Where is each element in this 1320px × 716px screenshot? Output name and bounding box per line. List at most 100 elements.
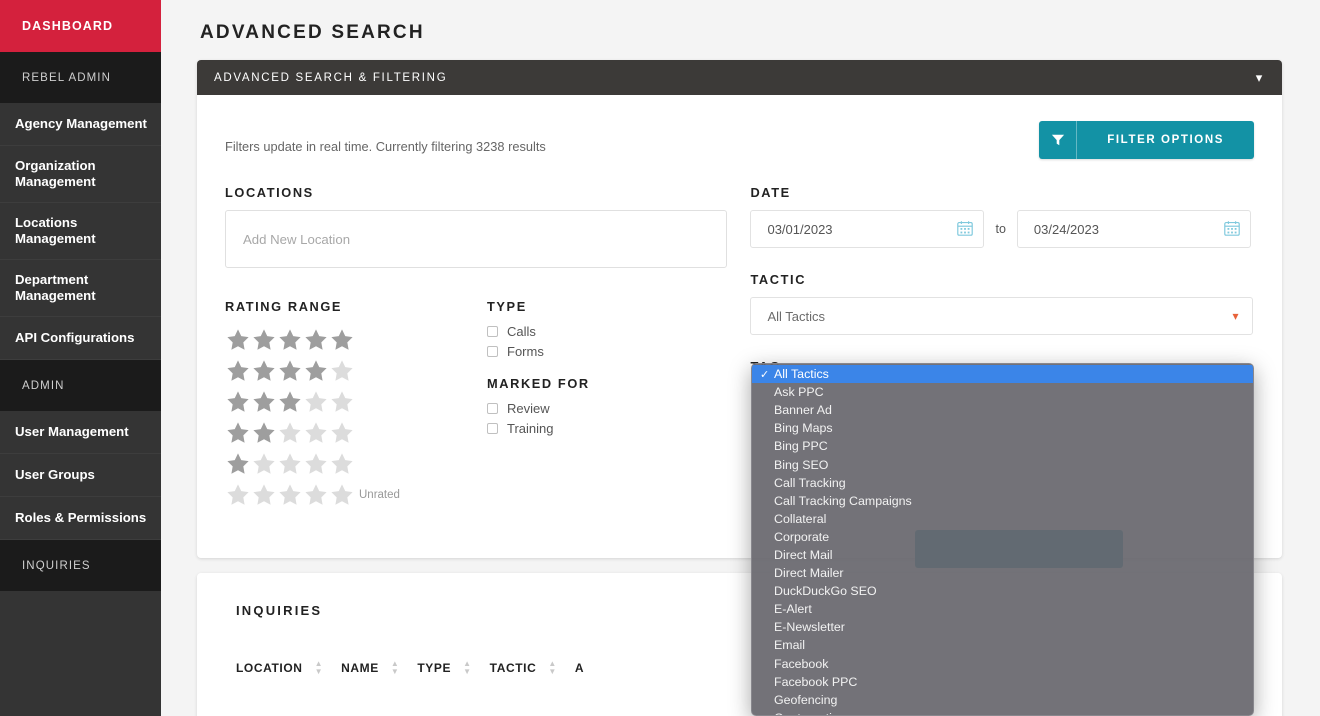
dropdown-option[interactable]: Geofencing: [752, 691, 1253, 709]
dropdown-option-label: Call Tracking: [774, 475, 846, 490]
sort-arrows-icon[interactable]: ▲ ▼: [391, 660, 400, 676]
chevron-down-icon[interactable]: ▾: [1256, 70, 1264, 86]
dropdown-option[interactable]: Direct Mail: [752, 546, 1253, 564]
date-from-input[interactable]: 03/01/2023: [750, 210, 985, 248]
star-icon[interactable]: [277, 420, 303, 446]
date-to-input[interactable]: 03/24/2023: [1016, 210, 1251, 248]
dropdown-option[interactable]: Bing PPC: [752, 437, 1253, 455]
rating-range-label: RATING RANGE: [225, 299, 343, 314]
star-icon[interactable]: [251, 327, 277, 353]
sidebar-item-agency-management[interactable]: Agency Management: [0, 103, 161, 146]
sidebar-item-label: User Management: [15, 423, 129, 439]
star-icon[interactable]: [225, 389, 251, 415]
dropdown-option[interactable]: DuckDuckGo SEO: [752, 582, 1253, 600]
rating-row-2[interactable]: [225, 417, 487, 448]
rating-row-3[interactable]: [225, 386, 487, 417]
star-icon[interactable]: [225, 482, 251, 508]
star-icon[interactable]: [277, 482, 303, 508]
star-icon[interactable]: [251, 482, 277, 508]
star-icon[interactable]: [251, 420, 277, 446]
sidebar-item-roles-permissions[interactable]: Roles & Permissions: [0, 497, 161, 540]
column-header-location[interactable]: LOCATION ▲ ▼: [236, 660, 341, 676]
star-icon[interactable]: [251, 358, 277, 384]
star-icon[interactable]: [329, 358, 355, 384]
dropdown-option[interactable]: Collateral: [752, 510, 1253, 528]
dropdown-option[interactable]: Call Tracking Campaigns: [752, 492, 1253, 510]
sidebar-dashboard-link[interactable]: DASHBOARD: [0, 0, 161, 52]
dropdown-option[interactable]: Geotargeting: [752, 709, 1253, 715]
calendar-icon[interactable]: [1223, 219, 1241, 240]
star-icon[interactable]: [303, 327, 329, 353]
dropdown-option-label: Geotargeting: [774, 711, 846, 715]
rating-row-1[interactable]: [225, 448, 487, 479]
star-icon[interactable]: [251, 389, 277, 415]
column-header-name[interactable]: NAME ▲ ▼: [341, 660, 417, 676]
checkbox-forms[interactable]: Forms: [487, 344, 727, 359]
star-icon[interactable]: [329, 389, 355, 415]
sort-arrows-icon[interactable]: ▲ ▼: [463, 660, 472, 676]
date-range-row: 03/01/2023 to 03/24/2023: [750, 210, 1254, 248]
dropdown-option[interactable]: Bing SEO: [752, 455, 1253, 473]
star-icon[interactable]: [329, 482, 355, 508]
dropdown-option[interactable]: Facebook: [752, 655, 1253, 673]
dropdown-option[interactable]: Bing Maps: [752, 419, 1253, 437]
dropdown-option[interactable]: Ask PPC: [752, 383, 1253, 401]
sidebar-item-department-management[interactable]: Department Management: [0, 260, 161, 317]
star-icon[interactable]: [329, 327, 355, 353]
star-icon[interactable]: [303, 420, 329, 446]
star-icon[interactable]: [303, 451, 329, 477]
calendar-icon[interactable]: [956, 219, 974, 240]
sidebar-item-label: API Configurations: [15, 329, 135, 345]
tactic-select[interactable]: All Tactics ▾: [750, 297, 1254, 335]
rating-row-0[interactable]: Unrated: [225, 479, 487, 510]
column-header-type[interactable]: TYPE ▲ ▼: [417, 660, 489, 676]
dropdown-option[interactable]: E-Alert: [752, 600, 1253, 618]
panel-header[interactable]: ADVANCED SEARCH & FILTERING ▾: [197, 60, 1282, 95]
star-icon[interactable]: [225, 358, 251, 384]
checkbox-calls[interactable]: Calls: [487, 324, 727, 339]
sidebar-item-organization-management[interactable]: Organization Management: [0, 146, 161, 203]
checkbox-training[interactable]: Training: [487, 421, 727, 436]
rating-row-4[interactable]: [225, 355, 487, 386]
dropdown-option[interactable]: Corporate: [752, 528, 1253, 546]
sidebar-item-locations-management[interactable]: Locations Management: [0, 203, 161, 260]
star-icon[interactable]: [225, 420, 251, 446]
star-icon[interactable]: [277, 389, 303, 415]
dropdown-option[interactable]: ✓ All Tactics: [752, 365, 1253, 384]
dropdown-option[interactable]: Direct Mailer: [752, 564, 1253, 582]
checkbox-box: [487, 346, 498, 357]
star-icon[interactable]: [225, 451, 251, 477]
dropdown-option[interactable]: Facebook PPC: [752, 673, 1253, 691]
star-icon[interactable]: [303, 482, 329, 508]
sort-arrows-icon[interactable]: ▲ ▼: [315, 660, 324, 676]
column-header-a[interactable]: A: [575, 661, 584, 675]
star-icon[interactable]: [277, 358, 303, 384]
star-icon[interactable]: [225, 327, 251, 353]
dropdown-option[interactable]: Call Tracking: [752, 474, 1253, 492]
dropdown-option[interactable]: E-Newsletter: [752, 618, 1253, 636]
filter-options-button[interactable]: FILTER OPTIONS: [1039, 121, 1254, 159]
realtime-row: Filters update in real time. Currently f…: [225, 121, 1254, 159]
star-icon[interactable]: [303, 389, 329, 415]
sidebar-item-user-management[interactable]: User Management: [0, 411, 161, 454]
star-icon[interactable]: [329, 420, 355, 446]
dropdown-option[interactable]: Banner Ad: [752, 401, 1253, 419]
sidebar-item-label: Locations Management: [15, 214, 96, 247]
sidebar-item-api-configurations[interactable]: API Configurations: [0, 317, 161, 360]
rating-row-5[interactable]: [225, 324, 487, 355]
sidebar-section-label: INQUIRIES: [22, 559, 91, 572]
star-icon[interactable]: [277, 451, 303, 477]
add-location-input[interactable]: Add New Location: [225, 210, 727, 268]
star-icon[interactable]: [277, 327, 303, 353]
star-icon[interactable]: [251, 451, 277, 477]
star-icon[interactable]: [303, 358, 329, 384]
column-header-tactic[interactable]: TACTIC ▲ ▼: [490, 660, 575, 676]
star-icon[interactable]: [329, 451, 355, 477]
checkbox-review[interactable]: Review: [487, 401, 727, 416]
unrated-label: Unrated: [359, 488, 400, 501]
dropdown-option[interactable]: Email: [752, 636, 1253, 654]
sort-arrows-icon[interactable]: ▲ ▼: [548, 660, 557, 676]
tag-dropdown-popup[interactable]: ✓ All Tactics Ask PPC Banner Ad Bing Maps Bin…: [751, 363, 1254, 716]
dropdown-option-label: Facebook: [774, 656, 829, 671]
sidebar-item-user-groups[interactable]: User Groups: [0, 454, 161, 497]
